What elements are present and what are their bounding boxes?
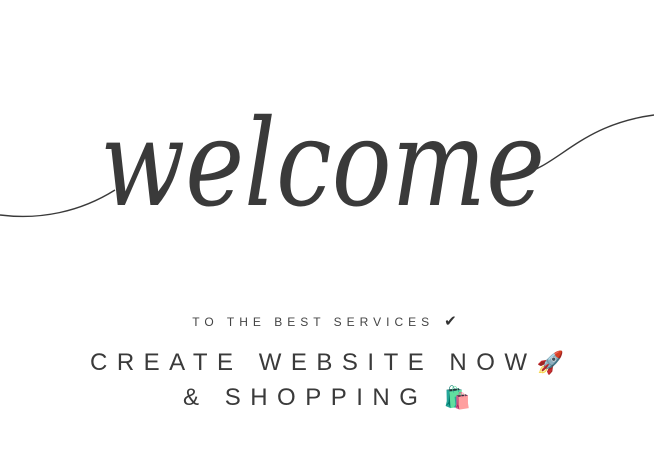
tagline: TO THE BEST SERVICES ✔ bbox=[0, 312, 654, 330]
checkmark-icon: ✔ bbox=[444, 313, 462, 330]
swoosh-left bbox=[0, 189, 116, 218]
tagline-text: TO THE BEST SERVICES bbox=[192, 315, 435, 329]
welcome-logo: welcome bbox=[0, 95, 654, 234]
headline-line-1: CREATE WEBSITE NOW🚀 bbox=[0, 349, 654, 377]
headline-line-2: & SHOPPING 🛍️ bbox=[0, 384, 654, 412]
headline-line-2-text: & SHOPPING bbox=[183, 384, 428, 411]
shopping-bags-icon: 🛍️ bbox=[443, 385, 471, 410]
headline-line-1-text: CREATE WEBSITE NOW bbox=[90, 349, 537, 376]
welcome-script: welcome bbox=[100, 95, 545, 234]
rocket-icon: 🚀 bbox=[536, 350, 564, 375]
